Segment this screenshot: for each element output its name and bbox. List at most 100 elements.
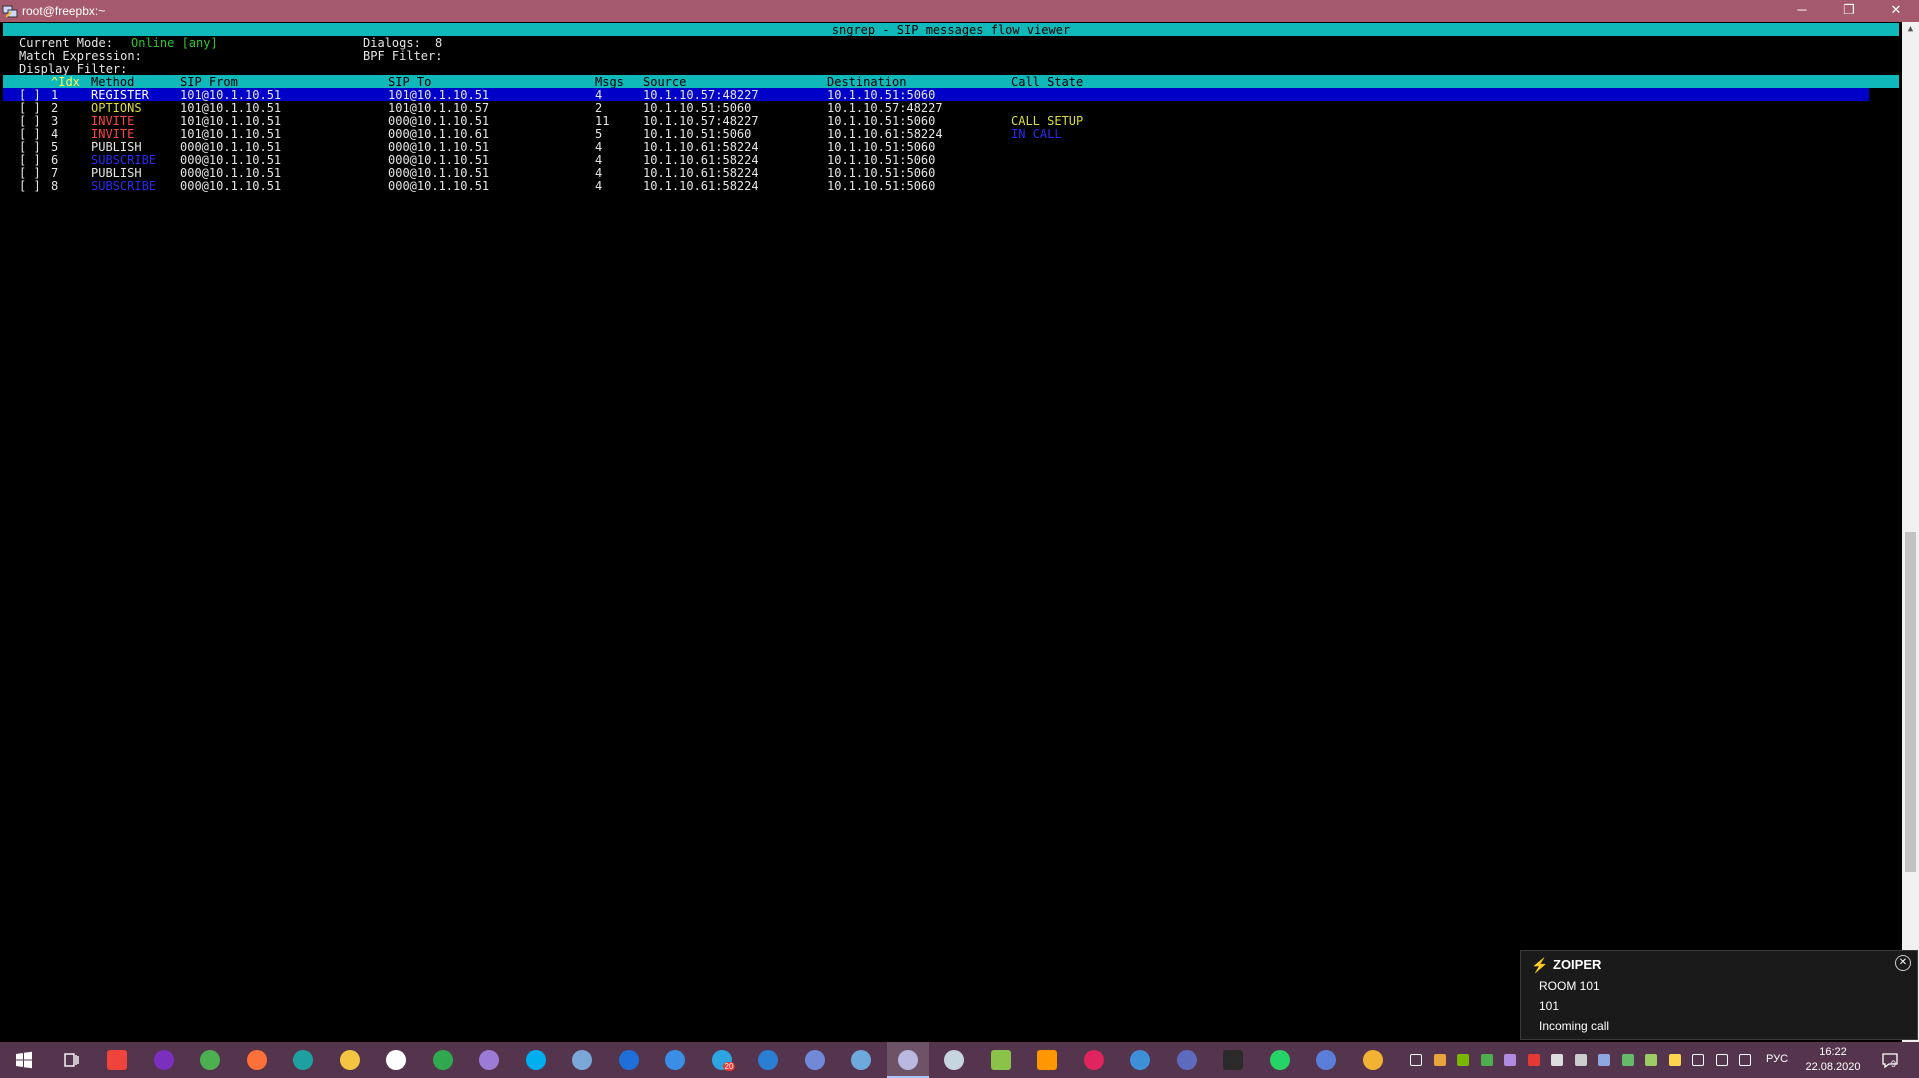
terminal-area[interactable]: sngrep - SIP messages flow viewer Curren… [0, 22, 1902, 1042]
current-mode-value: Online [any] [131, 36, 218, 50]
pin-app-icon-glyph [1130, 1050, 1150, 1070]
speaker-tray-icon[interactable] [1574, 1054, 1587, 1066]
gaming-app-icon[interactable] [383, 1047, 409, 1073]
row-sip-to: 000@10.1.10.51 [388, 179, 490, 193]
voip-app-icon[interactable] [662, 1047, 688, 1073]
edge-icon[interactable] [290, 1047, 316, 1073]
whatsapp-icon-glyph [1269, 1050, 1290, 1070]
vpn-app-icon[interactable] [988, 1047, 1014, 1073]
discord-icon-glyph [804, 1050, 825, 1070]
remote-desktop-icon[interactable] [569, 1047, 595, 1073]
task-view-icon[interactable] [58, 1047, 84, 1073]
volume-icon[interactable] [1739, 1054, 1751, 1066]
row-source: 10.1.10.61:58224 [643, 179, 759, 193]
row-msgs: 4 [595, 179, 603, 193]
sync-icon[interactable] [1551, 1054, 1563, 1066]
putty-icon-glyph [897, 1050, 918, 1070]
pen-tray-icon[interactable] [1504, 1054, 1516, 1066]
mail-app-icon[interactable] [755, 1047, 781, 1073]
notification-caller-number: 101 [1539, 999, 1560, 1013]
anydesk-icon[interactable] [104, 1047, 130, 1073]
putty-icon[interactable] [886, 1042, 929, 1078]
window-title-bar: root@freepbx:~ ─ ❐ ✕ [0, 0, 1919, 22]
battery-icon[interactable] [1715, 1054, 1728, 1066]
notification-caller-name: ROOM 101 [1539, 979, 1600, 993]
zoiper-icon-glyph [1362, 1050, 1383, 1070]
chrome-icon[interactable] [197, 1047, 223, 1073]
epic-games-icon[interactable] [1220, 1047, 1246, 1073]
steam-icon[interactable] [941, 1047, 967, 1073]
row-destination: 10.1.10.51:5060 [827, 179, 936, 193]
edge-legacy-icon-glyph [618, 1050, 639, 1070]
wifi-icon[interactable] [1692, 1054, 1704, 1066]
messenger-icon[interactable] [1081, 1047, 1107, 1073]
steam-icon-glyph [944, 1050, 964, 1070]
browser-app-icon[interactable] [476, 1047, 502, 1073]
row-idx: 8 [51, 179, 59, 193]
zoiper-icon[interactable] [1360, 1047, 1386, 1073]
microphone-icon[interactable] [1410, 1054, 1422, 1066]
scrollbar-thumb[interactable] [1905, 532, 1916, 872]
windows-start-icon[interactable] [11, 1047, 37, 1073]
camera-app-icon[interactable] [1174, 1047, 1200, 1073]
window-app-icon[interactable] [1034, 1047, 1060, 1073]
skype-icon[interactable] [523, 1047, 549, 1073]
restore-button[interactable]: ❐ [1829, 0, 1869, 22]
anydesk-icon-glyph [107, 1050, 127, 1070]
clock-time: 16:22 [1819, 1046, 1847, 1058]
bpf-filter-label: BPF Filter: [363, 49, 443, 63]
pin-app-icon[interactable] [1127, 1047, 1153, 1073]
nvidia-icon[interactable] [1457, 1054, 1469, 1066]
admin-tool-icon-glyph [1316, 1050, 1336, 1070]
row-checkbox[interactable]: [ ] [19, 178, 41, 194]
row-sip-from: 000@10.1.10.51 [180, 179, 282, 193]
clock-date: 22.08.2020 [1805, 1061, 1861, 1073]
telegram-icon[interactable]: 20 [709, 1047, 736, 1073]
edge-icon-glyph [293, 1050, 313, 1070]
network-tool-icon[interactable] [848, 1047, 874, 1073]
windows-start-icon-glyph [14, 1050, 34, 1070]
terminal-scrollbar[interactable]: ▲ [1902, 22, 1919, 1042]
sngrep-title: sngrep - SIP messages flow viewer [831, 23, 1071, 37]
chrome-icon-glyph [200, 1050, 220, 1070]
edge-legacy-icon[interactable] [616, 1047, 642, 1073]
antivirus-icon[interactable] [1527, 1054, 1540, 1066]
network-tray-icon[interactable] [1598, 1054, 1610, 1066]
vpn-app-icon-glyph [990, 1050, 1011, 1070]
clock[interactable]: 16:22 22.08.2020 [1800, 1045, 1866, 1075]
file-explorer-icon[interactable] [337, 1047, 363, 1073]
discord-icon[interactable] [802, 1047, 828, 1073]
podcast-app-icon-glyph [153, 1050, 174, 1070]
xodo-icon[interactable] [430, 1047, 456, 1073]
firefox-icon[interactable] [244, 1047, 270, 1073]
whatsapp-icon[interactable] [1267, 1047, 1293, 1073]
language-indicator[interactable]: РУС [1766, 1053, 1788, 1065]
putty-icon [2, 5, 18, 18]
action-center-button[interactable]: 9 [1880, 1050, 1900, 1070]
firefox-icon-glyph [246, 1050, 267, 1070]
chrome-tray-icon[interactable] [1480, 1054, 1493, 1066]
epic-games-icon-glyph [1223, 1050, 1243, 1070]
taskbar: 20 РУС 16:22 22.08.2020 9 [0, 1042, 1919, 1078]
notification-message: Incoming call [1539, 1019, 1610, 1033]
app-tray-icon-1[interactable] [1433, 1054, 1446, 1066]
mail-app-icon-glyph [758, 1050, 778, 1070]
podcast-app-icon[interactable] [151, 1047, 177, 1073]
admin-tool-icon[interactable] [1313, 1047, 1339, 1073]
skype-icon-glyph [525, 1050, 546, 1070]
dialog-row[interactable]: [ ] 8 SUBSCRIBE 000@10.1.10.51 000@10.1.10.5… [0, 178, 1900, 194]
scroll-up-icon[interactable]: ▲ [1905, 24, 1916, 34]
close-button[interactable]: ✕ [1876, 0, 1916, 22]
monitor-tray-icon[interactable] [1645, 1054, 1657, 1066]
task-view-icon-glyph [61, 1050, 81, 1070]
window-title: root@freepbx:~ [22, 4, 106, 18]
gaming-app-icon-glyph [386, 1050, 406, 1070]
file-explorer-icon-glyph [339, 1050, 360, 1070]
app-tray-icon-2[interactable] [1668, 1054, 1681, 1066]
usb-icon[interactable] [1621, 1054, 1634, 1066]
window-app-icon-glyph [1037, 1050, 1057, 1070]
notification-close-button[interactable]: ✕ [1895, 955, 1911, 971]
messenger-icon-glyph [1083, 1050, 1104, 1070]
zoiper-notification[interactable]: ⚡ ZOIPER ✕ ROOM 101 101 Incoming call [1520, 950, 1918, 1040]
minimize-button[interactable]: ─ [1782, 0, 1822, 22]
